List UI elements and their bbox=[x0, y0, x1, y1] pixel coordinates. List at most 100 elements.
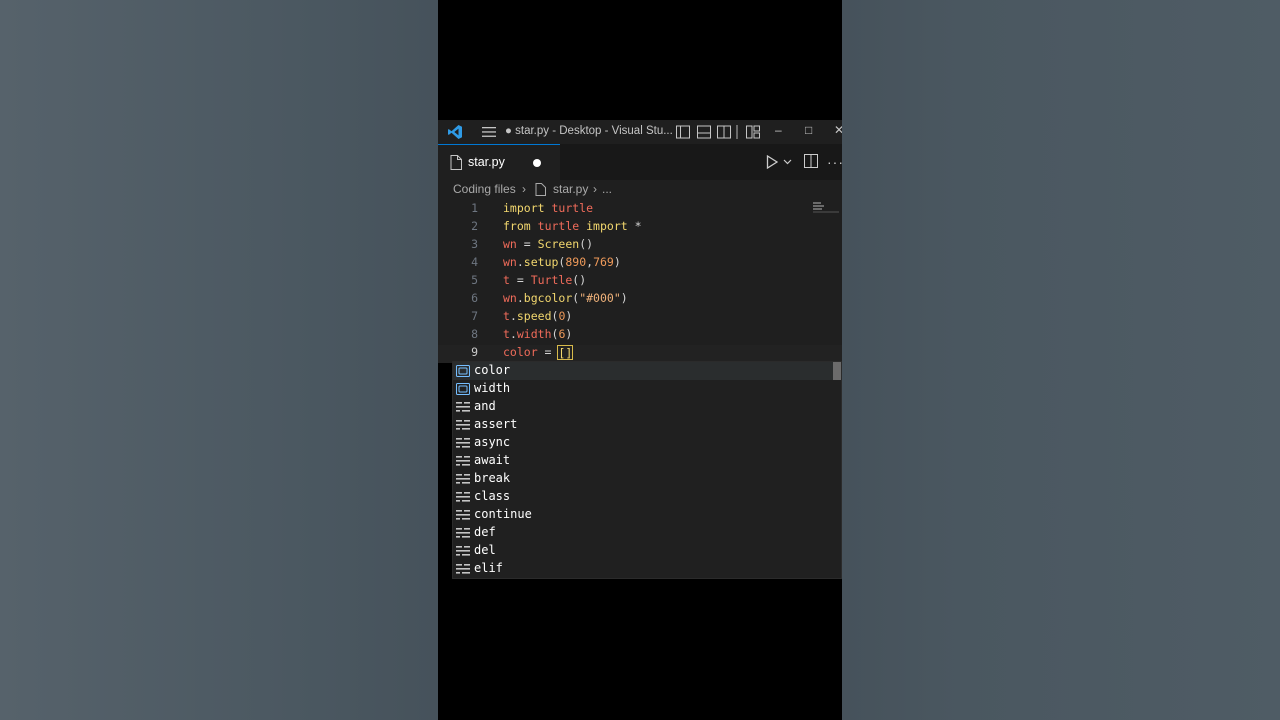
breadcrumb-folder[interactable]: Coding files bbox=[453, 182, 516, 196]
code-token: import bbox=[503, 201, 545, 215]
suggestion-item[interactable]: assert bbox=[453, 416, 841, 434]
tab-star-py[interactable]: star.py bbox=[438, 144, 560, 180]
code-token: ) bbox=[565, 309, 573, 323]
code-text[interactable]: color = [] bbox=[503, 345, 574, 360]
suggestion-label: class bbox=[474, 489, 511, 503]
breadcrumb-file[interactable]: star.py bbox=[553, 182, 588, 196]
line-number: 7 bbox=[471, 309, 478, 323]
code-line[interactable]: 1 import turtle bbox=[438, 201, 842, 219]
keyword-icon bbox=[456, 419, 470, 431]
close-button[interactable]: ✕ bbox=[834, 123, 842, 137]
keyword-icon bbox=[456, 437, 470, 449]
suggestion-widget[interactable]: color width and assert async await break class c… bbox=[452, 361, 842, 579]
keyword-icon bbox=[456, 455, 470, 467]
code-token: bgcolor bbox=[523, 291, 573, 305]
toggle-secondary-sidebar-icon[interactable] bbox=[717, 125, 731, 139]
code-line[interactable]: 4 wn.setup(890,769) bbox=[438, 255, 842, 273]
code-text[interactable]: import turtle bbox=[503, 201, 593, 215]
chevron-right-icon: › bbox=[522, 182, 526, 196]
tab-bar: star.py ··· bbox=[438, 144, 842, 180]
code-token: turtle bbox=[551, 201, 594, 215]
code-text[interactable]: t.width(6) bbox=[503, 327, 572, 341]
line-number: 8 bbox=[471, 327, 478, 341]
maximize-button[interactable]: □ bbox=[805, 123, 812, 137]
code-token: = bbox=[516, 237, 538, 251]
suggestion-label: del bbox=[474, 543, 496, 557]
code-token: t bbox=[503, 309, 510, 323]
code-token: . bbox=[509, 327, 517, 341]
code-token: . bbox=[516, 291, 524, 305]
line-number: 3 bbox=[471, 237, 478, 251]
suggestion-label: width bbox=[474, 381, 511, 395]
suggestion-item[interactable]: elif bbox=[453, 560, 841, 578]
code-token: speed bbox=[516, 309, 552, 323]
code-line[interactable]: 5 t = Turtle() bbox=[438, 273, 842, 291]
breadcrumb-more[interactable]: ... bbox=[602, 182, 612, 196]
code-token: wn bbox=[503, 291, 517, 305]
code-token: width bbox=[516, 327, 552, 341]
code-text[interactable]: t.speed(0) bbox=[503, 309, 572, 323]
suggestion-item[interactable]: break bbox=[453, 470, 841, 488]
line-number: 6 bbox=[471, 291, 478, 305]
line-number: 5 bbox=[471, 273, 478, 287]
code-token: 890 bbox=[565, 255, 587, 269]
suggestion-item[interactable]: color bbox=[453, 362, 841, 380]
suggestion-item[interactable]: width bbox=[453, 380, 841, 398]
suggestion-item[interactable]: async bbox=[453, 434, 841, 452]
code-token: color bbox=[503, 345, 538, 359]
chevron-down-icon[interactable] bbox=[783, 157, 792, 166]
code-line[interactable]: 8 t.width(6) bbox=[438, 327, 842, 345]
line-number: 1 bbox=[471, 201, 478, 215]
scrollbar-thumb[interactable] bbox=[833, 362, 841, 380]
code-text[interactable]: from turtle import * bbox=[503, 219, 642, 233]
suggestion-item[interactable]: continue bbox=[453, 506, 841, 524]
code-token: * bbox=[627, 219, 642, 233]
line-number: 9 bbox=[471, 345, 478, 359]
customize-layout-icon[interactable] bbox=[746, 125, 760, 139]
suggestion-label: async bbox=[474, 435, 511, 449]
code-token: ) bbox=[620, 291, 628, 305]
vscode-logo-icon bbox=[448, 125, 462, 139]
code-token: ) bbox=[565, 327, 573, 341]
keyword-icon bbox=[456, 491, 470, 503]
divider bbox=[736, 125, 738, 139]
code-token: () bbox=[579, 237, 594, 251]
keyword-icon bbox=[456, 509, 470, 521]
suggestion-label: elif bbox=[474, 561, 503, 575]
suggestion-item[interactable]: await bbox=[453, 452, 841, 470]
code-token: = bbox=[509, 273, 531, 287]
code-line[interactable]: 3 wn = Screen() bbox=[438, 237, 842, 255]
code-text[interactable]: wn.bgcolor("#000") bbox=[503, 291, 628, 305]
keyword-icon bbox=[456, 401, 470, 413]
code-token: t bbox=[503, 327, 510, 341]
code-token: t bbox=[503, 273, 510, 287]
run-icon[interactable] bbox=[766, 155, 778, 169]
file-icon bbox=[450, 155, 462, 170]
menu-icon[interactable] bbox=[482, 126, 496, 138]
split-editor-icon[interactable] bbox=[804, 154, 818, 168]
suggestion-item[interactable]: def bbox=[453, 524, 841, 542]
code-text[interactable]: wn = Screen() bbox=[503, 237, 593, 251]
code-token: . bbox=[509, 309, 517, 323]
code-text[interactable]: t = Turtle() bbox=[503, 273, 586, 287]
code-token: Turtle bbox=[530, 273, 573, 287]
toggle-panel-icon[interactable] bbox=[697, 125, 711, 139]
code-editor[interactable]: 1 import turtle 2 from turtle import * 3 wn =… bbox=[438, 200, 842, 363]
tab-label: star.py bbox=[468, 155, 505, 169]
toggle-primary-sidebar-icon[interactable] bbox=[676, 125, 690, 139]
unsaved-dot-icon[interactable] bbox=[533, 159, 541, 167]
code-line[interactable]: 6 wn.bgcolor("#000") bbox=[438, 291, 842, 309]
suggestion-item[interactable]: del bbox=[453, 542, 841, 560]
code-line[interactable]: 2 from turtle import * bbox=[438, 219, 842, 237]
code-text[interactable]: wn.setup(890,769) bbox=[503, 255, 621, 269]
code-line[interactable]: 7 t.speed(0) bbox=[438, 309, 842, 327]
more-actions-icon[interactable]: ··· bbox=[827, 154, 842, 170]
suggestion-item[interactable]: and bbox=[453, 398, 841, 416]
variable-icon bbox=[456, 383, 470, 395]
suggestion-label: and bbox=[474, 399, 496, 413]
suggestion-item[interactable]: class bbox=[453, 488, 841, 506]
suggestion-label: color bbox=[474, 363, 511, 377]
minimize-button[interactable]: – bbox=[775, 123, 782, 137]
video-frame: ● star.py - Desktop - Visual Stu... – □ … bbox=[438, 0, 842, 720]
